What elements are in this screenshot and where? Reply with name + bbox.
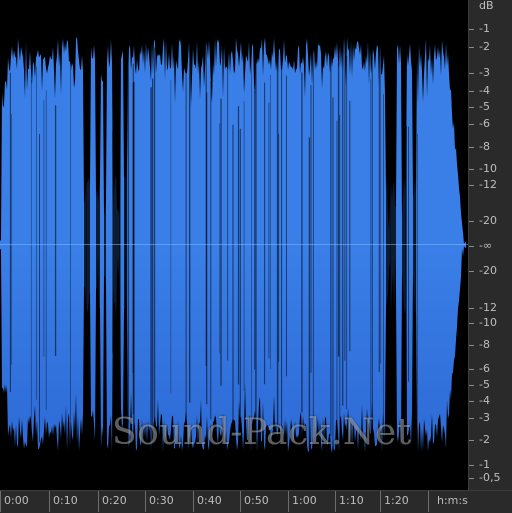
time-tick	[193, 491, 194, 512]
time-tick-label: 1:00	[292, 494, 317, 507]
time-tick	[240, 491, 241, 512]
time-tick	[145, 491, 146, 512]
time-tick	[0, 491, 1, 512]
db-tick-label: -1	[479, 22, 490, 35]
time-tick-label: 1:20	[384, 494, 409, 507]
db-tick	[469, 221, 474, 222]
db-tick	[469, 440, 474, 441]
db-tick	[469, 308, 474, 309]
db-tick-label: -3	[479, 66, 490, 79]
time-tick-label: 0:10	[53, 494, 78, 507]
time-tick	[335, 491, 336, 512]
db-tick-label: -∞	[479, 239, 493, 252]
zero-line	[0, 244, 468, 245]
time-tick	[288, 491, 289, 512]
db-tick	[469, 345, 474, 346]
waveform-quiet-band	[96, 60, 100, 430]
db-unit-label: dB	[479, 0, 494, 12]
time-tick-label: 0:50	[244, 494, 269, 507]
db-tick	[469, 29, 474, 30]
db-tick-label: -3	[479, 411, 490, 424]
db-tick-label: -8	[479, 140, 490, 153]
db-tick-label: -5	[479, 100, 490, 113]
db-tick	[469, 73, 474, 74]
watermark-logo: Sound-Pack.Net	[112, 412, 412, 453]
time-tick-label: 1:10	[339, 494, 364, 507]
time-tick-label: 0:00	[4, 494, 29, 507]
waveform-quiet-band	[84, 60, 90, 430]
time-ruler: h:m:s 0:00 0:10 0:20 0:30 0:40 0:50 1:00 1:10 1:…	[0, 490, 512, 513]
db-tick	[469, 147, 474, 148]
db-tick-label: -1	[479, 458, 490, 471]
db-tick-label: -4	[479, 394, 490, 407]
db-tick-label: -20	[479, 214, 497, 227]
db-tick	[469, 478, 474, 479]
db-tick	[469, 246, 474, 247]
db-tick	[469, 124, 474, 125]
time-tick-label: 0:40	[197, 494, 222, 507]
db-ruler: dB -1 -2 -3 -4 -5 -6 -8 -10 -12 -20 -∞ -20 -12 -10 -8 -…	[468, 0, 512, 490]
db-tick-label: -12	[479, 301, 497, 314]
db-tick	[469, 465, 474, 466]
time-tick-label: 0:30	[149, 494, 174, 507]
db-tick-label: -2	[479, 433, 490, 446]
db-tick-label: -12	[479, 178, 497, 191]
time-tick	[49, 491, 50, 512]
db-tick-label: -8	[479, 338, 490, 351]
waveform-quiet-band	[402, 60, 406, 430]
db-tick	[469, 323, 474, 324]
db-tick	[469, 271, 474, 272]
time-tick	[98, 491, 99, 512]
db-tick	[469, 107, 474, 108]
db-tick	[469, 369, 474, 370]
db-tick-label: -6	[479, 362, 490, 375]
db-tick-label: -5	[479, 378, 490, 391]
db-tick-label: -6	[479, 117, 490, 130]
db-tick	[469, 169, 474, 170]
waveform-quiet-band	[124, 60, 127, 430]
time-unit-label: h:m:s	[437, 494, 468, 507]
db-tick-label: -2	[479, 40, 490, 53]
db-tick-label: -20	[479, 264, 497, 277]
time-tick	[380, 491, 381, 512]
db-tick-label: -10	[479, 162, 497, 175]
db-tick	[469, 385, 474, 386]
db-tick	[469, 47, 474, 48]
db-tick	[469, 401, 474, 402]
db-tick-label: -10	[479, 316, 497, 329]
time-tick	[428, 491, 429, 512]
db-tick	[469, 91, 474, 92]
waveform-quiet-band	[413, 60, 416, 430]
db-tick	[469, 418, 474, 419]
waveform-quiet-band	[386, 60, 396, 430]
time-tick-label: 0:20	[102, 494, 127, 507]
db-tick-label: -0,5	[479, 471, 501, 484]
db-tick	[469, 185, 474, 186]
db-tick-label: -4	[479, 84, 490, 97]
waveform-quiet-band	[104, 60, 106, 430]
waveform-quiet-band	[113, 60, 120, 430]
